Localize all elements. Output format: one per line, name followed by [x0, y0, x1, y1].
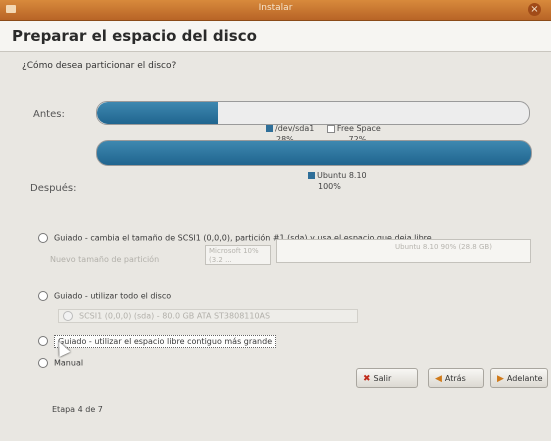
option-guided-free-space-label: Guiado - utilizar el espacio libre conti… — [54, 334, 277, 348]
legend-swatch-ubuntu — [308, 172, 315, 179]
legend-item-sda1: /dev/sda1 — [266, 124, 314, 133]
quit-button[interactable]: ✖ Salir — [356, 368, 418, 388]
radio-guided-whole-disk[interactable] — [38, 291, 48, 301]
after-usage-bar — [96, 140, 532, 166]
before-usage-fill — [97, 102, 218, 124]
close-icon[interactable]: × — [528, 3, 541, 16]
after-legend: Ubuntu 8.10 100% — [308, 171, 367, 191]
option-guided-whole-disk[interactable]: Guiado - utilizar todo el disco — [38, 291, 171, 301]
resize-label: Nuevo tamaño de partición — [50, 255, 160, 264]
back-arrow-icon: ◀ — [435, 374, 442, 384]
window-titlebar: Instalar × — [0, 0, 551, 21]
radio-guided-free-space[interactable] — [38, 336, 48, 346]
resize-right-box: Ubuntu 8.10 90% (28.8 GB) — [395, 243, 492, 251]
installer-window: Preparar el espacio del disco ¿Cómo dese… — [0, 21, 551, 441]
option-guided-free-space[interactable]: Guiado - utilizar el espacio libre conti… — [38, 334, 277, 348]
before-usage-bar — [96, 101, 530, 125]
after-label: Después: — [30, 183, 77, 194]
forward-button[interactable]: ▶ Adelante — [490, 368, 548, 388]
forward-arrow-icon: ▶ — [497, 374, 504, 384]
quit-icon: ✖ — [363, 374, 371, 384]
resize-left-box: Microsoft 10% (3.2 ... — [205, 245, 271, 265]
radio-disk-select — [63, 311, 73, 321]
option-manual-label: Manual — [54, 358, 84, 368]
page-title: Preparar el espacio del disco — [12, 27, 257, 45]
back-button[interactable]: ◀ Atrás — [428, 368, 484, 388]
option-manual[interactable]: Manual — [38, 358, 83, 368]
stage-indicator: Etapa 4 de 7 — [52, 405, 103, 414]
legend-item-free: Free Space — [326, 124, 381, 133]
disk-select: SCSI1 (0,0,0) (sda) - 80.0 GB ATA ST3808… — [58, 309, 358, 323]
option-guided-whole-disk-label: Guiado - utilizar todo el disco — [54, 291, 172, 301]
header-bar: Preparar el espacio del disco — [0, 21, 551, 52]
radio-guided-resize[interactable] — [38, 233, 48, 243]
legend-swatch-free — [326, 124, 335, 133]
legend-percent-ubuntu: 100% — [318, 182, 341, 191]
window-title: Instalar — [258, 3, 293, 13]
legend-name-ubuntu: Ubuntu 8.10 — [317, 171, 367, 180]
radio-manual[interactable] — [38, 358, 48, 368]
disk-select-label: SCSI1 (0,0,0) (sda) - 80.0 GB ATA ST3808… — [79, 311, 271, 321]
before-label: Antes: — [33, 109, 65, 120]
resize-slider: Ubuntu 8.10 90% (28.8 GB) — [276, 239, 531, 263]
partition-question: ¿Cómo desea particionar el disco? — [22, 61, 177, 71]
legend-swatch-sda1 — [266, 125, 273, 132]
